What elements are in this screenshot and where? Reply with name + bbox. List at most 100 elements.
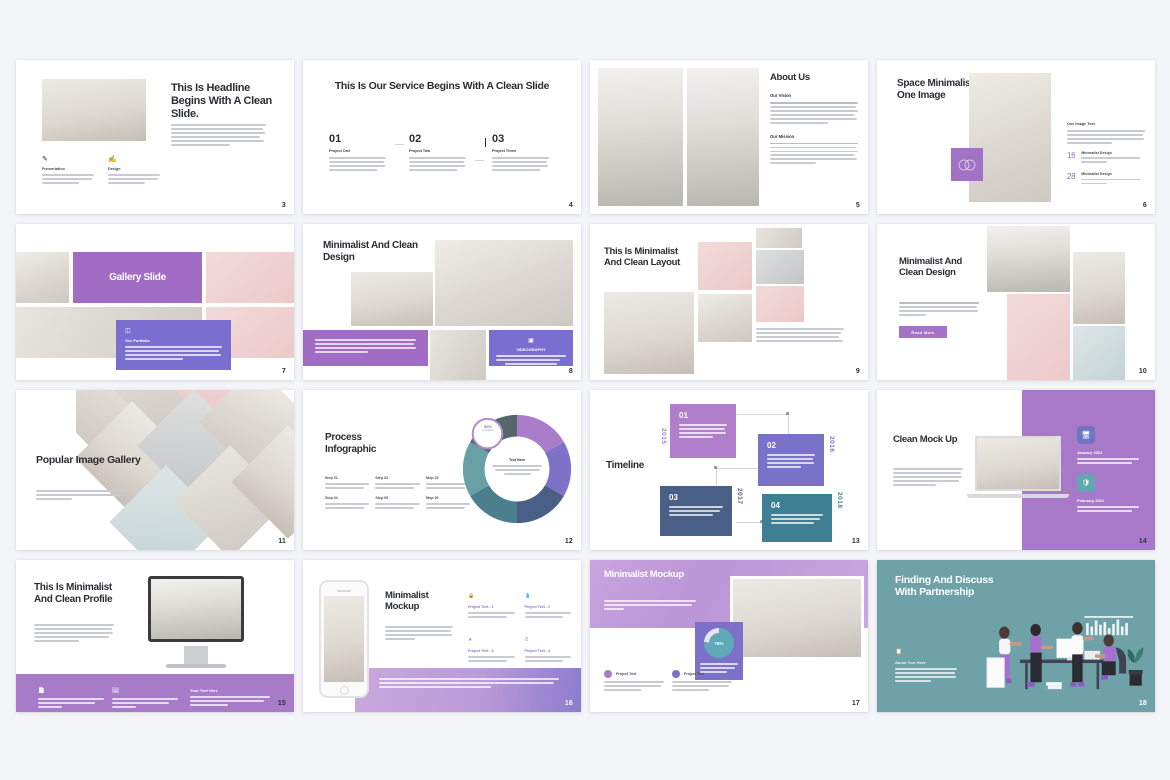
slide-paragraph	[899, 302, 979, 318]
slide-paragraph	[385, 626, 453, 642]
timeline-year: 2016	[828, 436, 835, 453]
slide-number: 9	[855, 368, 860, 375]
project-item-2: Project Text	[672, 670, 734, 693]
footer-card-3: Your Text Here	[190, 688, 270, 708]
slide-number: 13	[851, 538, 860, 545]
timeline-year: 2017	[736, 488, 743, 505]
purple-text-panel	[303, 330, 428, 366]
feature-label: Presentation	[42, 167, 65, 171]
desk-photo	[206, 252, 294, 303]
side-heading: One Image Text	[1067, 122, 1095, 126]
stat-value: 28	[1067, 172, 1076, 182]
slide-thumbnail-15[interactable]: This Is Minimalist And Clean Profile 📄 🖼…	[16, 560, 294, 712]
steps-list: Step 01 Step 02 Step 03 Step 04 Step 05 …	[325, 476, 470, 511]
slide-paragraph	[171, 124, 266, 148]
progress-label: Complete	[482, 429, 494, 432]
slide-thumbnail-11[interactable]: Popular Image Gallery 11	[16, 390, 294, 550]
point-item: ★ Project Text - 3	[468, 628, 517, 664]
dining-photo	[756, 250, 804, 284]
slide-title: This Is Minimalist And Clean Layout	[604, 246, 680, 269]
slide-thumbnail-4[interactable]: This Is Our Service Begins With A Clean …	[303, 60, 581, 214]
feature-label: Design	[108, 167, 121, 171]
slide-thumbnail-12[interactable]: Process Infographic Step 01 Step 02 Step…	[303, 390, 581, 550]
slide-thumbnail-17[interactable]: Minimalist Mockup 76% Project Text Proje…	[590, 560, 868, 712]
slide-thumbnail-10[interactable]: Minimalist And Clean Design Read More 10	[877, 224, 1155, 380]
laptop-mockup	[967, 436, 1069, 498]
timeline-year: 2018	[836, 492, 843, 509]
image-icon: 🖼	[112, 688, 119, 694]
project-item-1: Project Text	[604, 670, 666, 693]
slide-number: 6	[1142, 202, 1147, 209]
desk-photo	[756, 286, 804, 322]
point-label: Project Text - 1	[468, 605, 494, 609]
slide-number: 10	[1138, 368, 1147, 375]
purple-accent-square	[951, 148, 983, 181]
portfolio-card: ◫ Our Portfolio	[116, 320, 231, 370]
column-label: Project Three	[492, 149, 517, 153]
month-title: February 2021	[1077, 498, 1105, 503]
slide-paragraph	[893, 468, 963, 488]
mug-photo	[1007, 294, 1070, 380]
slide-thumbnail-14[interactable]: Clean Mock Up 🖥 January 2021 🛡 February …	[877, 390, 1155, 550]
slide-title: About Us	[770, 72, 810, 83]
side-info: One Image Text 16 Minimalist Design 28 M…	[1067, 122, 1145, 186]
office-photo	[987, 226, 1070, 292]
timeline-card-04: 04	[762, 494, 832, 542]
slide-thumbnail-9[interactable]: This Is Minimalist And Clean Layout 9	[590, 224, 868, 380]
slide-thumbnail-grid: This Is Headline Begins With A Clean Sli…	[16, 60, 1156, 712]
slide-thumbnail-8[interactable]: Minimalist And Clean Design ▣ VIDEOGRAPH…	[303, 224, 581, 380]
monitor-icon: 🖥	[1077, 426, 1095, 444]
slide-number: 14	[1138, 538, 1147, 545]
slide-thumbnail-6[interactable]: Space Minimalist One Image One Image Tex…	[877, 60, 1155, 214]
slide-thumbnail-13[interactable]: 01 2015 02 2016 03 2017 04 2018 Timeline…	[590, 390, 868, 550]
slide-thumbnail-18[interactable]: Finding And Discuss With Partnership 📋 A…	[877, 560, 1155, 712]
stat-item: 16 Minimalist Design	[1067, 151, 1145, 165]
read-more-button[interactable]: Read More	[899, 326, 947, 338]
slide-thumbnail-3[interactable]: This Is Headline Begins With A Clean Sli…	[16, 60, 294, 214]
slide-title: Clean Mock Up	[893, 434, 958, 445]
gallery-banner: Gallery Slide	[73, 252, 202, 303]
person-seated-right	[1094, 634, 1127, 680]
stat-label: Minimalist Design	[1081, 150, 1112, 155]
column-label: Project One	[329, 149, 351, 153]
slide-number: 3	[281, 202, 286, 209]
slide-number: 5	[855, 202, 860, 209]
living-room-photo	[42, 79, 146, 141]
month-title: January 2021	[1077, 450, 1103, 455]
slide-thumbnail-7[interactable]: Gallery Slide ◫ Our Portfolio 7	[16, 224, 294, 380]
section-heading: Our Vision	[770, 93, 792, 99]
read-more-label: Read More	[911, 329, 935, 335]
slide-paragraph	[756, 328, 844, 344]
interior-photo	[730, 576, 864, 660]
step-item: Step 05	[375, 496, 420, 511]
star-icon: ★	[468, 636, 473, 643]
slide-thumbnail-5[interactable]: About Us Our Vision Our Mission 5	[590, 60, 868, 214]
keyboard-photo	[698, 242, 752, 290]
brush-icon: ✍	[108, 156, 117, 163]
bullet-dot	[672, 670, 680, 678]
portfolio-title: Our Portfolio	[125, 338, 150, 343]
point-label: Project Text - 3	[468, 648, 494, 653]
gallery-icon: ◫	[125, 328, 131, 334]
lock-icon: 🔒	[468, 593, 475, 599]
column-number: 02	[409, 133, 422, 145]
slide-title: Minimalist And Clean Design	[323, 240, 418, 263]
donut-infographic: 50% Complete Text Here	[458, 410, 576, 528]
slide-title: This Is Our Service Begins With A Clean …	[334, 80, 550, 92]
office-photo-right	[687, 68, 759, 206]
purple-footer-band	[355, 668, 581, 712]
step-item: Step 01	[325, 476, 370, 491]
slide-thumbnail-16[interactable]: Minimalist Mockup 🔒 Project Text - 1 💧 P…	[303, 560, 581, 712]
diagonal-photo-collage	[76, 390, 294, 550]
slide-title: This Is Headline Begins With A Clean Sli…	[171, 82, 272, 120]
column-03: 03 Project Three	[492, 134, 549, 173]
column-label: Project Two	[409, 149, 431, 153]
purple-footer-bar: 📄 🖼 Your Text Here	[16, 674, 294, 712]
divider-vertical	[485, 138, 486, 147]
footer-card-2: 🖼	[112, 688, 178, 710]
wall-chart	[1084, 616, 1134, 636]
slide-paragraph	[895, 668, 957, 684]
slide-number: 4	[568, 202, 573, 209]
slide-title: This Is Minimalist And Clean Profile	[34, 582, 113, 605]
step-item: Step 04	[325, 496, 370, 511]
